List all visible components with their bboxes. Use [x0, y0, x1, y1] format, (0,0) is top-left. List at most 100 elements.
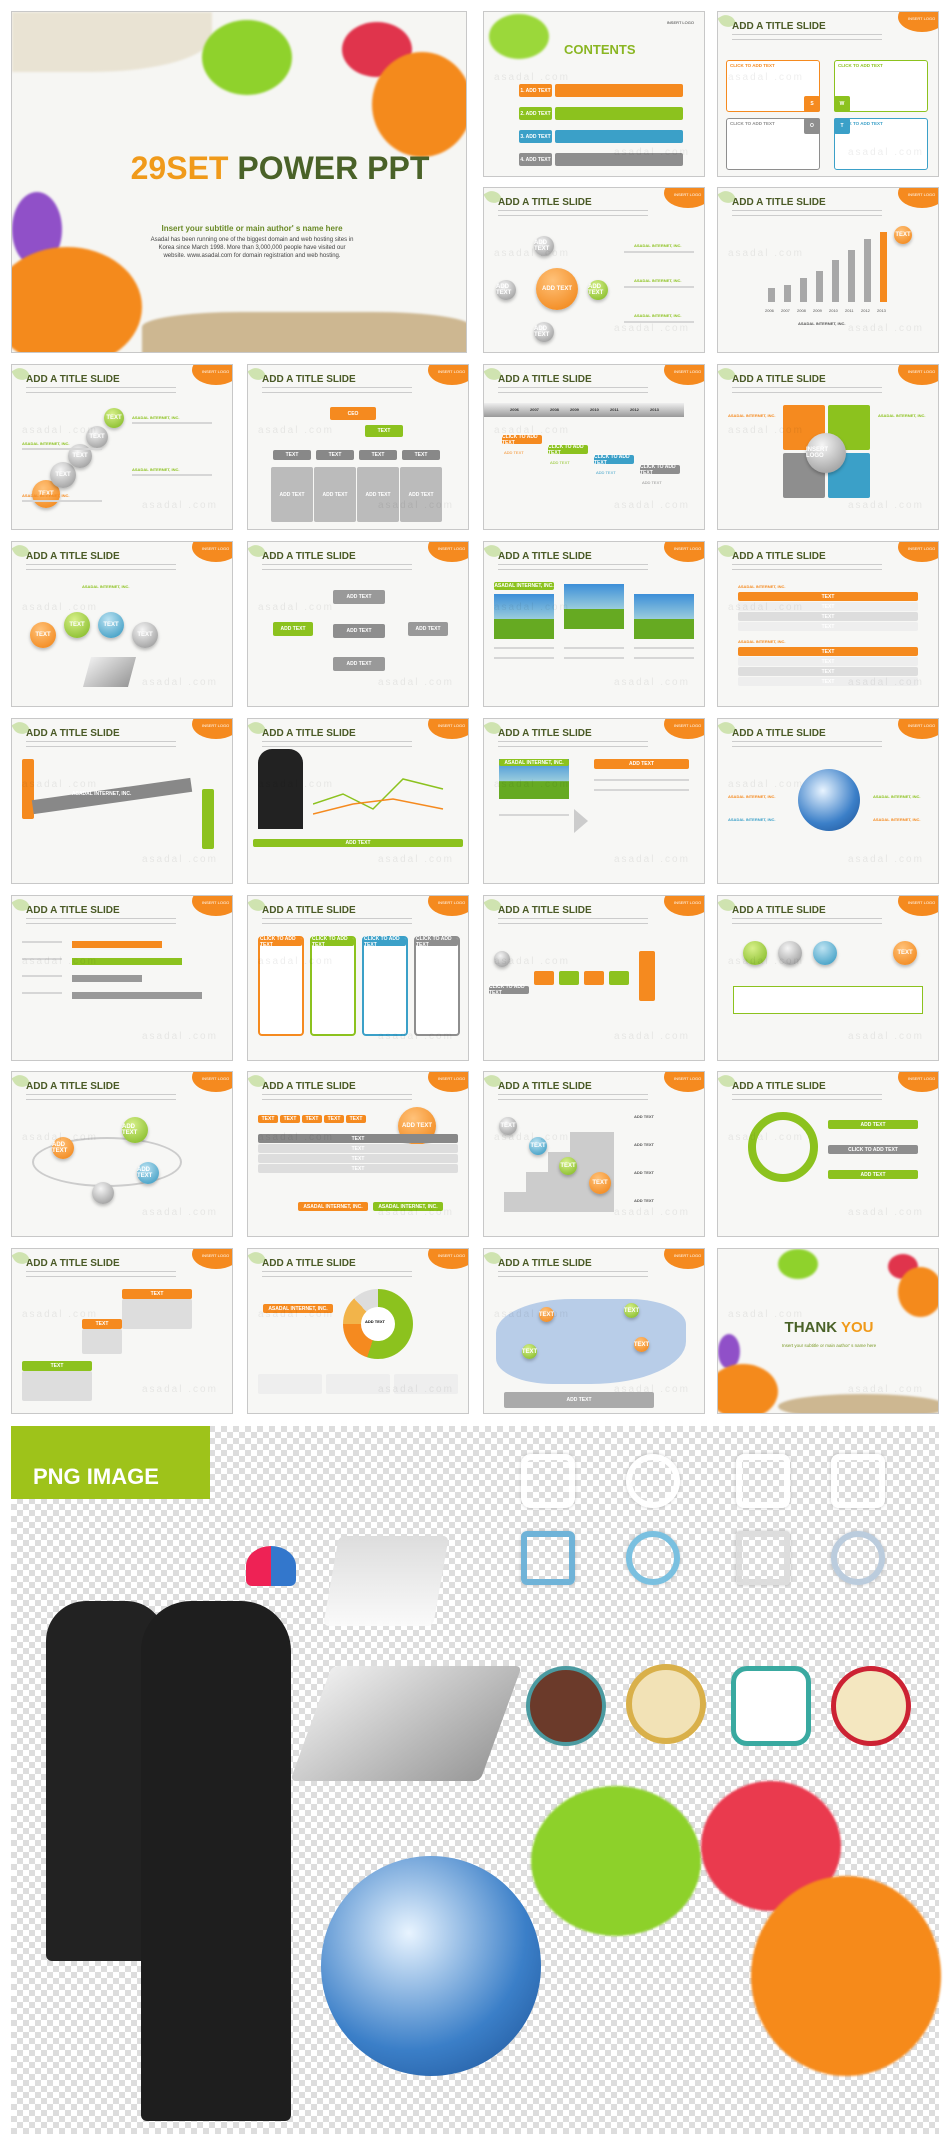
slide-subtitle-lines	[498, 741, 648, 747]
slide-title: ADD A TITLE SLIDE	[26, 374, 120, 385]
badge-shield	[731, 1666, 811, 1746]
watermark: asadal .com	[22, 425, 98, 436]
text-placeholder-line	[634, 657, 694, 659]
slide-thumbnail-orbit[interactable]: ADD A TITLE SLIDE INSERT LOGO ADD TEXT ADD …	[11, 1071, 233, 1237]
watermark: asadal .com	[848, 500, 924, 511]
insert-logo: INSERT LOGO	[428, 542, 468, 562]
watermark: asadal .com	[494, 956, 570, 967]
slide-thumbnail-cards[interactable]: ADD A TITLE SLIDE INSERT LOGO CLICK TO ADD…	[247, 895, 469, 1061]
slide-thumbnail-timeline[interactable]: ADD A TITLE SLIDE INSERT LOGO 2006 2007 2008…	[483, 364, 705, 530]
timeline-item: ADD TEXT	[504, 450, 524, 455]
refresh-dollar-icon	[626, 1531, 680, 1585]
contents-item: 3. ADD TEXT	[519, 130, 552, 143]
slide-thumbnail-arrowtable[interactable]: ADD A TITLE SLIDE INSERT LOGO TEXT TEXT TEXT…	[247, 1071, 469, 1237]
slide-thumbnail-circles[interactable]: ADD A TITLE SLIDE INSERT LOGO TEXT asadal .…	[717, 895, 939, 1061]
slide-subtitle-lines	[732, 564, 882, 570]
photo-caption: ASADAL INTERNET, INC.	[494, 582, 554, 590]
slide-thumbnail-steps3[interactable]: ADD A TITLE SLIDE INSERT LOGO TEXT TEXT TEXT…	[11, 1248, 233, 1414]
table-row: TEXT	[738, 612, 918, 621]
insert-logo: INSERT LOGO	[664, 719, 704, 739]
contents-item: 2. ADD TEXT	[519, 107, 552, 120]
watermark: asadal .com	[142, 677, 218, 688]
slide-thumbnail-globe[interactable]: ADD A TITLE SLIDE INSERT LOGO ASADAL INTER…	[717, 718, 939, 884]
sphere: TEXT	[589, 1172, 611, 1194]
bar-2008	[800, 277, 807, 302]
slide-thumbnail-logo[interactable]: ADD A TITLE SLIDE INSERT LOGO INSERT LOGO A…	[717, 364, 939, 530]
arrow-step: TEXT	[280, 1115, 300, 1123]
caption: ADD TEXT	[634, 1114, 654, 1119]
slide-thumbnail-org[interactable]: ADD A TITLE SLIDE INSERT LOGO CEO TEXT TEXT A…	[247, 364, 469, 530]
sphere: TEXT	[98, 612, 124, 638]
slide-thumbnail-contents[interactable]: INSERT LOGO CONTENTS 1. ADD TEXT 2. ADD TEX…	[483, 11, 705, 177]
year-label: 2008	[550, 407, 559, 412]
up-arrow	[639, 951, 655, 1001]
year-label: 2011	[610, 407, 619, 412]
insert-logo: INSERT LOGO	[898, 896, 938, 916]
slide-title: ADD A TITLE SLIDE	[732, 1081, 826, 1092]
slide-thumbnail-circlelist[interactable]: ADD A TITLE SLIDE INSERT LOGO ADD TEXT CLIC…	[717, 1071, 939, 1237]
horizontal-bar	[72, 992, 202, 999]
slide-thumbnail-hbars[interactable]: ADD A TITLE SLIDE INSERT LOGO asadal .com a…	[11, 895, 233, 1061]
slide-thumbnail-steps[interactable]: ADD A TITLE SLIDE INSERT LOGO TEXT TEXT TEXT…	[11, 364, 233, 530]
slide-thumbnail-photos[interactable]: ADD A TITLE SLIDE INSERT LOGO ASADAL INTER…	[483, 541, 705, 707]
list-label: CLICK TO ADD TEXT	[828, 1145, 918, 1154]
slide-title: ADD A TITLE SLIDE	[262, 551, 356, 562]
swot-letter: S	[804, 96, 820, 112]
step	[609, 971, 629, 985]
watermark: asadal .com	[614, 500, 690, 511]
sphere: TEXT	[30, 622, 56, 648]
body-text: Asadal has been running one of the bigge…	[150, 237, 354, 259]
watermark: asadal .com	[378, 677, 454, 688]
arrow-step: TEXT	[346, 1115, 366, 1123]
slide-thumbnail-process[interactable]: ADD A TITLE SLIDE INSERT LOGO CLICK TO ADD…	[483, 895, 705, 1061]
timeline-tag: CLICK TO ADD TEXT	[594, 454, 634, 466]
text-placeholder-line	[494, 657, 554, 659]
insert-logo: INSERT LOGO	[192, 365, 232, 385]
businessman-pointing-image	[141, 1601, 291, 2121]
slide-thumbnail-diagram[interactable]: ADD A TITLE SLIDE INSERT LOGO ADD TEXT ADD …	[247, 541, 469, 707]
bar-2007	[784, 284, 791, 302]
timeline-item: ADD TEXT	[596, 470, 616, 475]
thank-you-title: THANK YOU	[784, 1319, 874, 1336]
watermark: asadal .com	[378, 500, 454, 511]
mobile-phone-icon	[831, 1454, 885, 1508]
sphere: ADD TEXT	[534, 322, 554, 342]
slide-title: ADD A TITLE SLIDE	[262, 728, 356, 739]
slide-subtitle-lines	[732, 210, 882, 216]
title-slide[interactable]: 29SET POWER PPT Insert your subtitle or …	[11, 11, 467, 353]
slide-thumbnail-stairs[interactable]: ADD A TITLE SLIDE INSERT LOGO TEXT TEXT TEXT…	[483, 1071, 705, 1237]
badge-brown	[526, 1666, 606, 1746]
slide-thumbnail-thanks[interactable]: THANK YOU Insert your subtitle or main au…	[717, 1248, 939, 1414]
slide-thumbnail-table[interactable]: ADD A TITLE SLIDE INSERT LOGO ASADAL INTER…	[717, 541, 939, 707]
timeline-tag: CLICK TO ADD TEXT	[640, 464, 680, 476]
year-label: 2010	[829, 308, 838, 313]
slide-thumbnail-photo2[interactable]: ADD A TITLE SLIDE INSERT LOGO ASADAL INTER…	[483, 718, 705, 884]
caption: ASADAL INTERNET, INC.	[634, 243, 682, 248]
slide-thumbnail-bars[interactable]: ADD A TITLE SLIDE INSERT LOGO 2006 2007 2008…	[717, 187, 939, 353]
text-placeholder-line	[624, 286, 694, 288]
insert-logo: INSERT LOGO	[664, 542, 704, 562]
watermark: asadal .com	[614, 677, 690, 688]
slide-thumbnail-arrow[interactable]: ADD A TITLE SLIDE INSERT LOGO ASADAL INTER…	[11, 718, 233, 884]
home-info-icon	[521, 1531, 575, 1585]
slide-thumbnail-swot[interactable]: ADD A TITLE SLIDE INSERT LOGO CLICK TO ADD…	[717, 11, 939, 177]
slide-subtitle-lines	[26, 564, 176, 570]
year-label: 2010	[590, 407, 599, 412]
donut-chart	[343, 1289, 413, 1359]
org-node: TEXT	[273, 450, 311, 460]
slide-thumbnail-donut[interactable]: ADD A TITLE SLIDE INSERT LOGO ADD TEXT ASAD…	[247, 1248, 469, 1414]
text-placeholder-line	[22, 500, 102, 502]
watermark: asadal .com	[848, 147, 924, 158]
slide-title: ADD A TITLE SLIDE	[498, 374, 592, 385]
year-label: 2006	[765, 308, 774, 313]
slide-thumbnail-people[interactable]: ADD A TITLE SLIDE INSERT LOGO ADD TEXT asad…	[247, 718, 469, 884]
slide-thumbnail-cycle[interactable]: ADD A TITLE SLIDE INSERT LOGO ADD TEXT ADD …	[483, 187, 705, 353]
text-badge: TEXT	[894, 226, 912, 244]
slide-thumbnail-spheres4[interactable]: ADD A TITLE SLIDE INSERT LOGO TEXT TEXT TEXT…	[11, 541, 233, 707]
watermark: asadal .com	[614, 1384, 690, 1395]
text-placeholder-line	[22, 992, 62, 994]
slide-thumbnail-map[interactable]: ADD A TITLE SLIDE INSERT LOGO TEXT TEXT TEXT…	[483, 1248, 705, 1414]
insert-logo-circle: INSERT LOGO	[806, 433, 846, 473]
caption: ASADAL INTERNET, INC.	[873, 817, 921, 822]
caption: ASADAL INTERNET, INC.	[738, 584, 786, 589]
